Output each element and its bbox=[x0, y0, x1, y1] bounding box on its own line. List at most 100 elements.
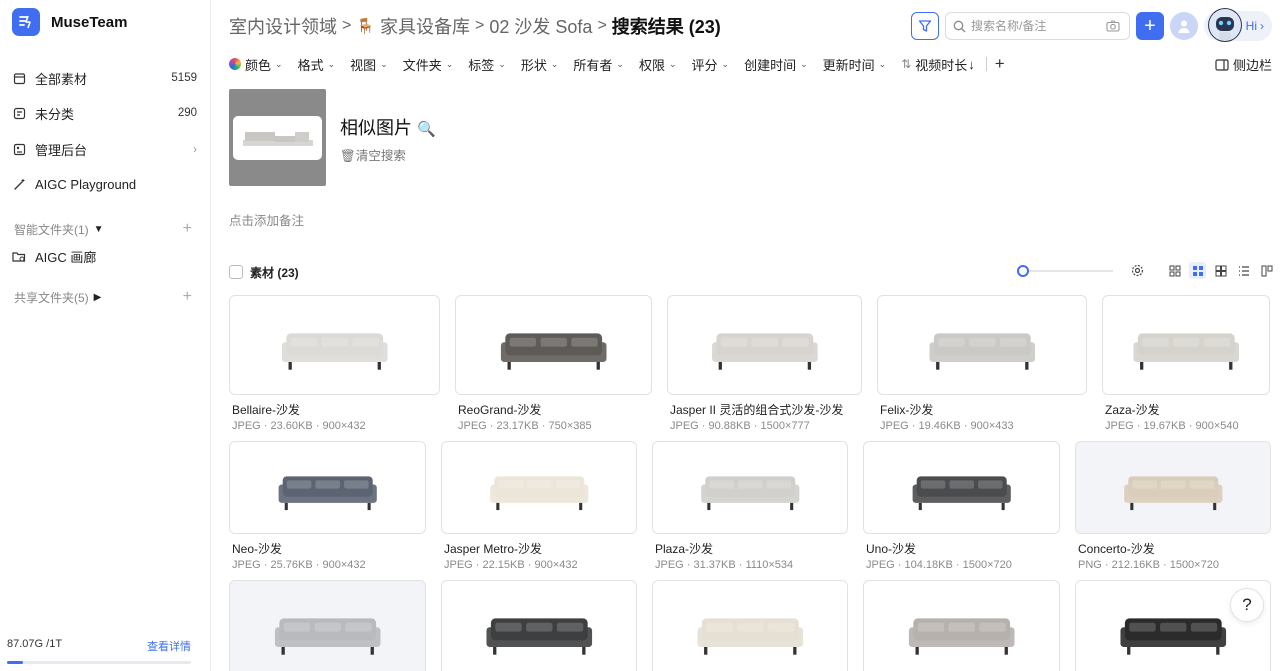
similar-image-preview bbox=[233, 116, 322, 160]
filter-label: 更新时间 bbox=[822, 57, 875, 73]
sidebar-item-unsorted[interactable]: 未分类 290 bbox=[12, 102, 197, 124]
asset-thumbnail[interactable] bbox=[863, 441, 1060, 534]
filter-color[interactable]: 颜色 ⌄ bbox=[229, 55, 283, 74]
filter-view[interactable]: 视图 ⌄ bbox=[350, 55, 388, 74]
asset-meta: JPEG · 22.15KB · 900×432 bbox=[444, 559, 578, 571]
sidebar-item-count: 5159 bbox=[171, 72, 197, 84]
view-mode-switcher bbox=[1129, 262, 1275, 279]
similar-images-title: 相似图片 🔍 bbox=[340, 114, 436, 140]
asset-card[interactable]: Bellaire-沙发 JPEG · 23.60KB · 900×432 bbox=[229, 295, 440, 432]
asset-card[interactable]: Jasper Metro-沙发 JPEG · 22.15KB · 900×432 bbox=[441, 441, 637, 571]
grid-medium-view-icon[interactable] bbox=[1189, 262, 1206, 279]
asset-thumbnail[interactable] bbox=[229, 441, 426, 534]
asset-card[interactable]: Zaza-沙发 JPEG · 19.67KB · 900×540 bbox=[1102, 295, 1270, 432]
asset-card[interactable]: Neo-沙发 JPEG · 25.76KB · 900×432 bbox=[229, 441, 426, 571]
sofa-image bbox=[908, 617, 1015, 655]
asset-thumbnail[interactable] bbox=[441, 580, 637, 671]
smart-folders-label: 智能文件夹(1) bbox=[14, 222, 89, 237]
shared-folders-header[interactable]: 共享文件夹(5) ▶ + bbox=[14, 288, 192, 306]
asset-meta: JPEG · 19.46KB · 900×433 bbox=[880, 420, 1014, 432]
asset-card[interactable]: Concerto-沙发 PNG · 212.16KB · 1500×720 bbox=[1075, 441, 1271, 571]
chevron-right-icon: > bbox=[342, 17, 352, 34]
add-shared-folder-icon[interactable]: + bbox=[183, 288, 192, 306]
filter-updated-time[interactable]: 更新时间 ⌄ bbox=[823, 55, 887, 74]
asset-card[interactable] bbox=[229, 580, 426, 671]
asset-thumbnail[interactable] bbox=[229, 295, 440, 395]
slider-handle[interactable] bbox=[1017, 265, 1029, 277]
asset-card[interactable]: Jasper II 灵活的组合式沙发-沙发 JPEG · 90.88KB · 15… bbox=[667, 295, 862, 432]
chevron-down-icon: ⌄ bbox=[380, 58, 388, 69]
smart-folders-header[interactable]: 智能文件夹(1) ▼ + bbox=[14, 220, 192, 238]
asset-card[interactable] bbox=[652, 580, 848, 671]
filter-label: 标签 bbox=[468, 57, 495, 73]
asset-thumbnail[interactable] bbox=[652, 580, 848, 671]
similar-image-thumbnail[interactable] bbox=[229, 89, 326, 186]
settings-gear-icon[interactable] bbox=[1129, 262, 1146, 279]
search-input[interactable] bbox=[971, 19, 1101, 33]
select-all-checkbox[interactable] bbox=[229, 265, 243, 279]
asset-thumbnail[interactable] bbox=[652, 441, 848, 534]
filter-created-time[interactable]: 创建时间 ⌄ bbox=[744, 55, 808, 74]
asset-thumbnail[interactable] bbox=[877, 295, 1087, 395]
grid-large-view-icon[interactable] bbox=[1212, 262, 1229, 279]
help-button[interactable]: ? bbox=[1230, 588, 1264, 622]
asset-name: Concerto-沙发 bbox=[1078, 542, 1155, 556]
filter-owner[interactable]: 所有者 ⌄ bbox=[573, 55, 624, 74]
asset-card[interactable]: ReoGrand-沙发 JPEG · 23.17KB · 750×385 bbox=[455, 295, 652, 432]
add-filter-button[interactable]: + bbox=[995, 54, 1005, 74]
thumbnail-size-slider[interactable] bbox=[1017, 264, 1113, 278]
asset-thumbnail[interactable] bbox=[1075, 441, 1271, 534]
filter-permission[interactable]: 权限 ⌄ bbox=[639, 55, 677, 74]
grid-small-view-icon[interactable] bbox=[1166, 262, 1183, 279]
asset-card[interactable]: Plaza-沙发 JPEG · 31.37KB · 1110×534 bbox=[652, 441, 848, 571]
storage-details-link[interactable]: 查看详情 bbox=[147, 638, 191, 654]
brand[interactable]: MuseTeam bbox=[12, 8, 127, 36]
sidebar-item-aigc-gallery[interactable]: AIGC 画廊 bbox=[12, 245, 197, 267]
asset-card[interactable]: Uno-沙发 JPEG · 104.18KB · 1500×720 bbox=[863, 441, 1060, 571]
sidebar-item-aigc-playground[interactable]: AIGC Playground bbox=[12, 173, 197, 195]
chevron-right-icon: › bbox=[193, 142, 197, 156]
asset-thumbnail[interactable] bbox=[455, 295, 652, 395]
sort-duration[interactable]: ⇅ 视频时长 ↓ bbox=[901, 55, 975, 74]
filter-tags[interactable]: 标签 ⌄ bbox=[468, 55, 506, 74]
list-view-icon[interactable] bbox=[1235, 262, 1252, 279]
app-name: MuseTeam bbox=[51, 13, 128, 31]
asset-card[interactable]: Felix-沙发 JPEG · 19.46KB · 900×433 bbox=[877, 295, 1087, 432]
filter-button[interactable] bbox=[911, 12, 939, 40]
waterfall-view-icon[interactable] bbox=[1258, 262, 1275, 279]
asset-card[interactable] bbox=[863, 580, 1060, 671]
search-box[interactable] bbox=[945, 12, 1130, 40]
chevron-down-icon: ⌄ bbox=[445, 58, 454, 69]
assistant-button[interactable]: Hi › bbox=[1204, 8, 1272, 42]
chevron-down-icon: ⌄ bbox=[800, 58, 808, 69]
asset-name: Bellaire-沙发 bbox=[232, 403, 301, 417]
slider-track bbox=[1019, 270, 1113, 272]
asset-thumbnail[interactable] bbox=[1102, 295, 1270, 395]
asset-card[interactable] bbox=[441, 580, 637, 671]
filter-shape[interactable]: 形状 ⌄ bbox=[521, 55, 559, 74]
sidebar-item-admin[interactable]: 管理后台 › bbox=[12, 138, 197, 160]
add-note-link[interactable]: 点击添加备注 bbox=[229, 210, 304, 229]
avatar[interactable] bbox=[1170, 12, 1198, 40]
filter-rating[interactable]: 评分 ⌄ bbox=[692, 55, 730, 74]
sidebar-toggle-button[interactable]: 侧边栏 bbox=[1215, 55, 1272, 74]
color-wheel-icon bbox=[229, 58, 241, 70]
magnifier-icon: 🔍 bbox=[417, 121, 436, 138]
asset-meta: JPEG · 25.76KB · 900×432 bbox=[232, 559, 366, 571]
breadcrumb-item[interactable]: 02 沙发 Sofa bbox=[489, 13, 592, 39]
clear-search-button[interactable]: 🗑清空搜索 bbox=[340, 145, 406, 164]
filter-folder[interactable]: 文件夹 ⌄ bbox=[403, 55, 454, 74]
filter-format[interactable]: 格式 ⌄ bbox=[298, 55, 336, 74]
breadcrumb-item[interactable]: 室内设计领域 bbox=[229, 13, 337, 39]
camera-icon[interactable] bbox=[1106, 20, 1120, 32]
asset-thumbnail[interactable] bbox=[667, 295, 862, 395]
add-smart-folder-icon[interactable]: + bbox=[183, 220, 192, 238]
filter-label: 格式 bbox=[297, 57, 324, 73]
sidebar-item-all-assets[interactable]: 全部素材 5159 bbox=[12, 67, 197, 89]
asset-thumbnail[interactable] bbox=[441, 441, 637, 534]
breadcrumb-item[interactable]: 家具设备库 bbox=[380, 13, 470, 39]
add-button[interactable]: + bbox=[1136, 12, 1164, 40]
asset-thumbnail[interactable] bbox=[863, 580, 1060, 671]
asset-name: Uno-沙发 bbox=[866, 542, 917, 556]
asset-thumbnail[interactable] bbox=[229, 580, 426, 671]
